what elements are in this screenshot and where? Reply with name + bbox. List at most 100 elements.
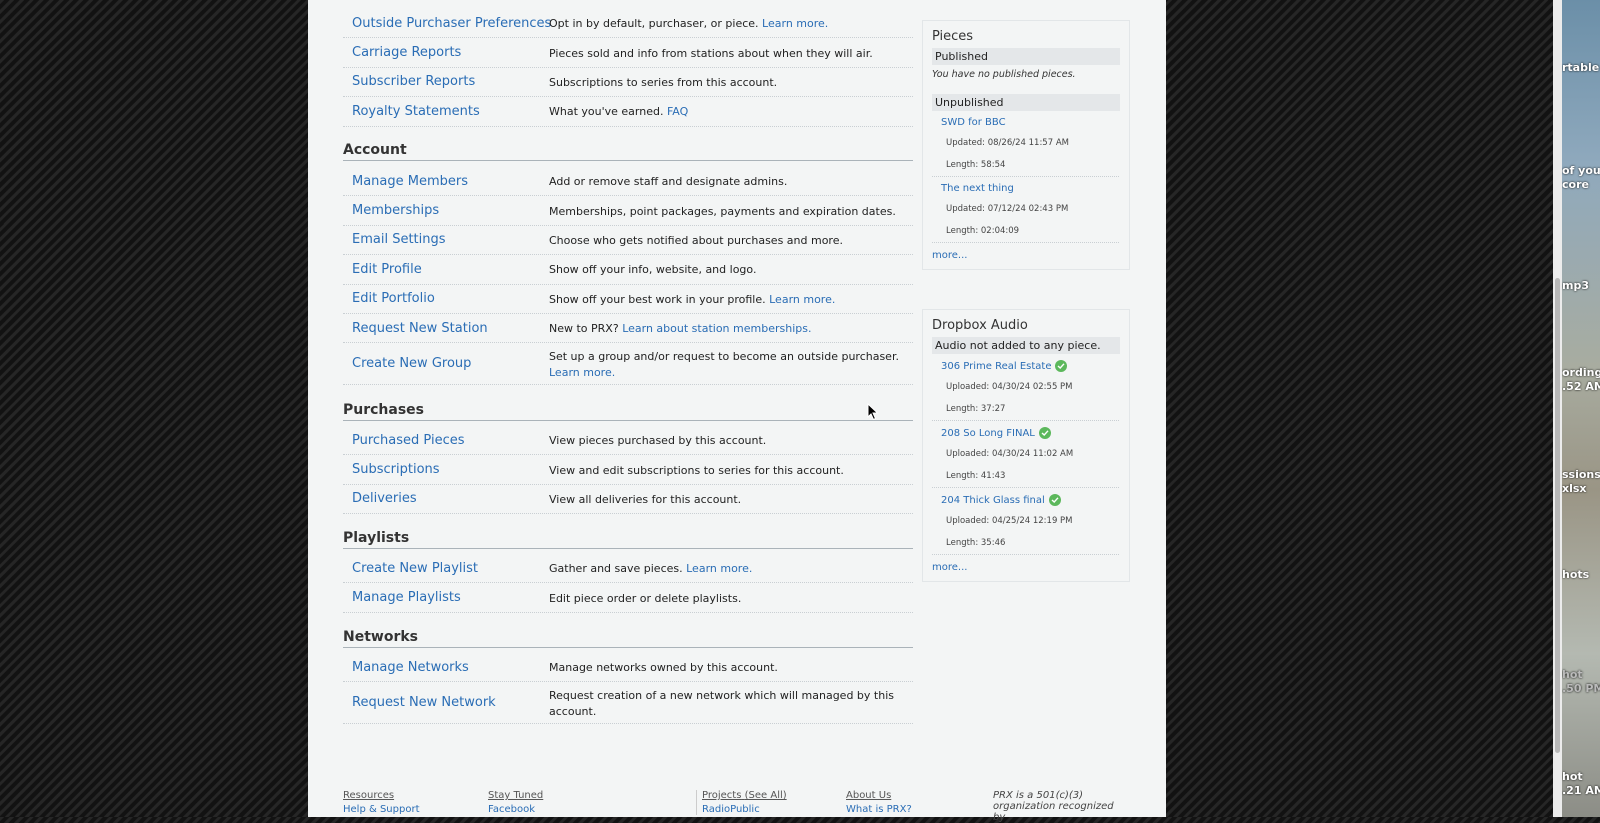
dropbox-audio-panel: Dropbox Audio Audio not added to any pie… <box>922 309 1130 582</box>
menu-row: Request New Network Request creation of … <box>343 682 913 725</box>
menu-row: Subscriber Reports Subscriptions to seri… <box>343 68 913 98</box>
piece-updated: Updated: 07/12/24 02:43 PM <box>946 204 1069 214</box>
menu-row: Manage Members Add or remove staff and d… <box>343 167 913 197</box>
dropbox-status-bar: Audio not added to any piece. <box>932 337 1120 354</box>
radiopublic-link[interactable]: RadioPublic <box>702 804 787 815</box>
menu-row: Manage Networks Manage networks owned by… <box>343 653 913 683</box>
learn-more-link[interactable]: Learn more. <box>549 366 615 379</box>
piece-updated: Updated: 08/26/24 11:57 AM <box>946 138 1069 148</box>
scrollbar-thumb[interactable] <box>1555 278 1560 753</box>
published-empty-text: You have no published pieces. <box>932 69 1076 80</box>
desktop-label[interactable]: .50 PM <box>1562 682 1600 695</box>
piece-length: Length: 58:54 <box>946 160 1006 170</box>
create-new-playlist-link[interactable]: Create New Playlist <box>343 561 549 576</box>
menu-row: Carriage Reports Pieces sold and info fr… <box>343 38 913 68</box>
footer-resources: Resources Help & Support <box>343 790 419 815</box>
section-title-purchases: Purchases <box>343 402 913 421</box>
row-description: Edit piece order or delete playlists. <box>549 591 742 605</box>
audio-uploaded: Uploaded: 04/30/24 11:02 AM <box>946 449 1074 459</box>
desktop-label[interactable]: rtable <box>1562 61 1599 74</box>
desktop-label[interactable]: of you <box>1562 164 1600 177</box>
prx-account-page: Outside Purchaser Preferences Opt in by … <box>308 0 1166 823</box>
subscriber-reports-link[interactable]: Subscriber Reports <box>343 74 549 89</box>
outside-purchaser-preferences-link[interactable]: Outside Purchaser Preferences <box>343 16 551 31</box>
desktop-label[interactable]: .21 AM <box>1562 784 1600 797</box>
desktop-label[interactable]: ording <box>1562 366 1600 379</box>
desktop-label[interactable]: xlsx <box>1562 482 1587 495</box>
piece-link[interactable]: The next thing <box>941 183 1014 194</box>
audio-link[interactable]: 306 Prime Real Estate <box>941 361 1051 372</box>
account-section: Manage Members Add or remove staff and d… <box>343 167 913 386</box>
email-settings-link[interactable]: Email Settings <box>343 232 549 247</box>
audio-link[interactable]: 204 Thick Glass final <box>941 495 1045 506</box>
facebook-link[interactable]: Facebook <box>488 804 543 815</box>
audio-length: Length: 37:27 <box>946 404 1006 414</box>
desktop-label[interactable]: hot <box>1562 770 1583 783</box>
learn-more-link[interactable]: Learn more. <box>686 562 752 575</box>
see-all-link[interactable]: (See All) <box>745 790 787 801</box>
footer-heading[interactable]: About Us <box>846 790 912 801</box>
desktop-label[interactable]: core <box>1562 178 1589 191</box>
menu-row: Subscriptions View and edit subscription… <box>343 455 913 485</box>
audio-length: Length: 41:43 <box>946 471 1006 481</box>
desktop-label[interactable]: mp3 <box>1562 279 1589 292</box>
menu-row: Purchased Pieces View pieces purchased b… <box>343 426 913 456</box>
desktop-label[interactable]: hots <box>1562 568 1589 581</box>
manage-networks-link[interactable]: Manage Networks <box>343 660 549 675</box>
what-is-prx-link[interactable]: What is PRX? <box>846 804 912 815</box>
desktop-background: rtable of you core mp3 ording .52 AM ssi… <box>1562 0 1600 817</box>
faq-link[interactable]: FAQ <box>667 105 688 118</box>
manage-playlists-link[interactable]: Manage Playlists <box>343 590 549 605</box>
row-description: What you've earned. FAQ <box>549 105 689 119</box>
footer-heading[interactable]: Stay Tuned <box>488 790 543 801</box>
dropbox-more-link[interactable]: more... <box>932 562 1120 573</box>
row-description: Subscriptions to series from this accoun… <box>549 75 778 89</box>
row-description: View and edit subscriptions to series fo… <box>549 463 844 477</box>
networks-section: Manage Networks Manage networks owned by… <box>343 653 913 725</box>
footer-projects: Projects (See All) RadioPublic <box>696 790 787 815</box>
subscriptions-link[interactable]: Subscriptions <box>343 462 549 477</box>
learn-more-link[interactable]: Learn more. <box>762 17 828 30</box>
purchased-pieces-link[interactable]: Purchased Pieces <box>343 433 549 448</box>
create-new-group-link[interactable]: Create New Group <box>343 356 549 371</box>
scrollbar[interactable] <box>1553 0 1562 817</box>
footer-heading[interactable]: Resources <box>343 790 419 801</box>
row-description: Pieces sold and info from stations about… <box>549 46 873 60</box>
menu-row: Memberships Memberships, point packages,… <box>343 196 913 226</box>
carriage-reports-link[interactable]: Carriage Reports <box>343 45 549 60</box>
desktop-label[interactable]: .52 AM <box>1562 380 1600 393</box>
edit-portfolio-link[interactable]: Edit Portfolio <box>343 291 549 306</box>
pieces-more-link[interactable]: more... <box>932 250 1120 261</box>
audio-uploaded: Uploaded: 04/30/24 02:55 PM <box>946 382 1073 392</box>
menu-row: Email Settings Choose who gets notified … <box>343 226 913 256</box>
purchases-section: Purchased Pieces View pieces purchased b… <box>343 426 913 515</box>
check-circle-icon <box>1048 494 1061 506</box>
list-item: The next thing Updated: 07/12/24 02:43 P… <box>932 177 1119 243</box>
row-description: View all deliveries for this account. <box>549 492 742 506</box>
playlists-section: Create New Playlist Gather and save piec… <box>343 554 913 613</box>
piece-length: Length: 02:04:09 <box>946 226 1020 236</box>
published-label: Published <box>932 48 1120 65</box>
manage-members-link[interactable]: Manage Members <box>343 174 549 189</box>
audio-uploaded: Uploaded: 04/25/24 12:19 PM <box>946 516 1073 526</box>
memberships-link[interactable]: Memberships <box>343 203 549 218</box>
piece-link[interactable]: SWD for BBC <box>941 117 1006 128</box>
station-memberships-link[interactable]: Learn about station memberships. <box>622 322 811 335</box>
royalty-statements-link[interactable]: Royalty Statements <box>343 104 549 119</box>
row-description: Show off your info, website, and logo. <box>549 263 757 277</box>
request-new-network-link[interactable]: Request New Network <box>343 695 549 710</box>
row-description: Set up a group and/or request to become … <box>549 349 899 379</box>
check-circle-icon <box>1038 427 1051 439</box>
menu-row: Manage Playlists Edit piece order or del… <box>343 583 913 613</box>
edit-profile-link[interactable]: Edit Profile <box>343 262 549 277</box>
desktop-label[interactable]: hot <box>1562 668 1583 681</box>
menu-row: Create New Playlist Gather and save piec… <box>343 554 913 584</box>
request-new-station-link[interactable]: Request New Station <box>343 321 549 336</box>
audio-link[interactable]: 208 So Long FINAL <box>941 428 1035 439</box>
help-support-link[interactable]: Help & Support <box>343 804 419 815</box>
row-description: View pieces purchased by this account. <box>549 434 767 448</box>
deliveries-link[interactable]: Deliveries <box>343 491 549 506</box>
desktop-label[interactable]: ssions <box>1562 468 1600 481</box>
menu-row: Request New Station New to PRX? Learn ab… <box>343 314 913 344</box>
learn-more-link[interactable]: Learn more. <box>769 293 835 306</box>
